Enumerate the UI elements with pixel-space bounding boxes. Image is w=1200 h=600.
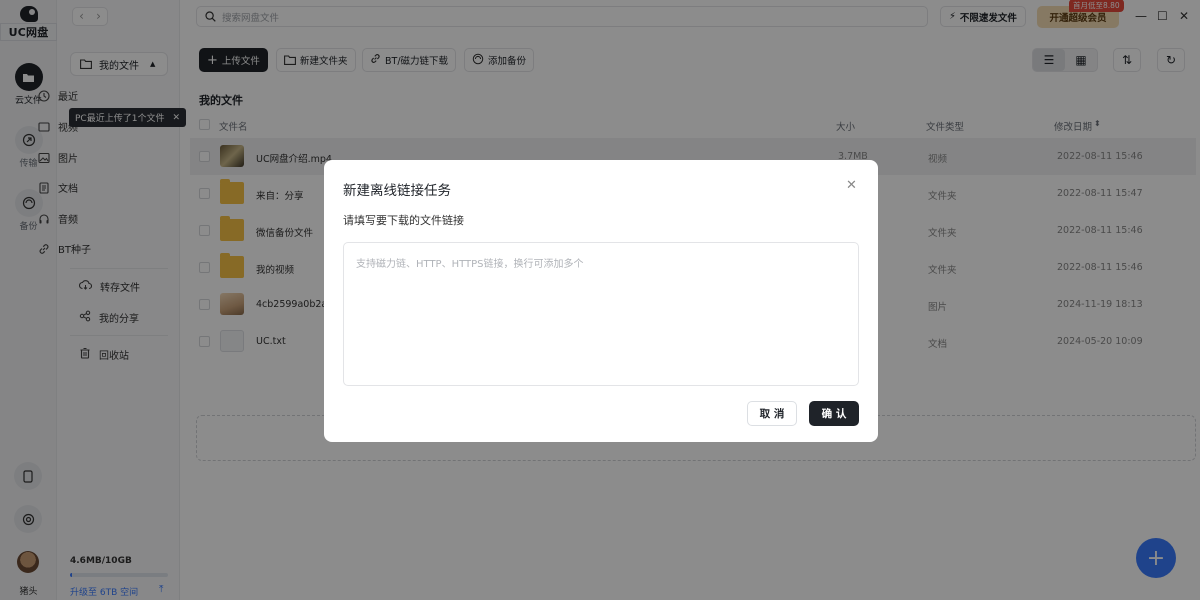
offline-link-dialog: 新建离线链接任务 ✕ 请填写要下载的文件链接 取 消 确 认 [324, 160, 878, 442]
close-icon[interactable]: ✕ [846, 178, 857, 193]
cancel-button[interactable]: 取 消 [747, 401, 797, 426]
dialog-label: 请填写要下载的文件链接 [343, 214, 464, 227]
dialog-title: 新建离线链接任务 [343, 183, 451, 199]
link-input[interactable] [343, 242, 859, 386]
confirm-button[interactable]: 确 认 [809, 401, 859, 426]
